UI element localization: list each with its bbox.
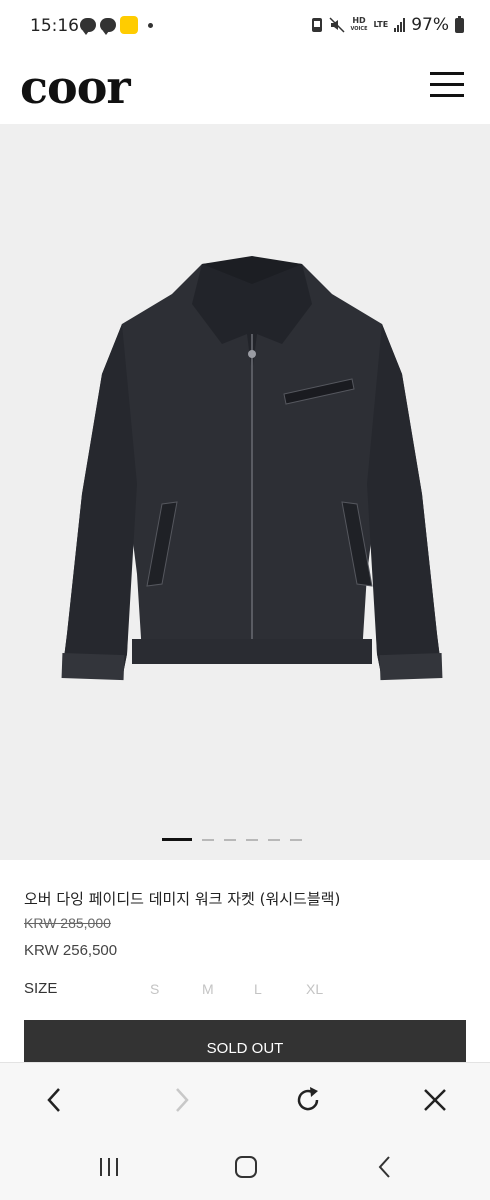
chevron-left-icon[interactable] [40, 1085, 70, 1115]
gallery-pagination[interactable] [162, 838, 302, 841]
product-info: 오버 다잉 페이디드 데미지 워크 자켓 (워시드블랙) KRW 285,000… [0, 860, 490, 1070]
pagination-dot[interactable] [290, 838, 302, 841]
product-image [61, 256, 443, 681]
brand-logo[interactable]: coor [20, 60, 131, 114]
reload-icon[interactable] [293, 1085, 323, 1115]
pagination-dot[interactable] [162, 838, 192, 841]
nfc-icon [311, 18, 322, 32]
battery-percent: 97% [411, 15, 449, 35]
chat-notification-icon [80, 18, 96, 35]
status-time: 15:16 [30, 16, 79, 36]
product-title: 오버 다잉 페이디드 데미지 워크 자켓 (워시드블랙) [24, 890, 341, 908]
pagination-dot[interactable] [268, 838, 280, 841]
size-option-m[interactable]: M [202, 981, 254, 997]
hamburger-menu-icon[interactable] [430, 72, 464, 98]
status-bar: 15:16 HD VOICE LTE 97% [0, 0, 490, 52]
hd-voice-indicator: HD VOICE [350, 16, 368, 33]
sale-price: KRW 256,500 [24, 942, 118, 959]
chevron-right-icon[interactable] [166, 1085, 196, 1115]
system-navigation-bar [0, 1134, 490, 1200]
original-price: KRW 285,000 [24, 915, 111, 931]
pagination-dot[interactable] [202, 838, 214, 841]
system-back-icon[interactable] [370, 1152, 400, 1182]
size-option-xl[interactable]: XL [306, 981, 358, 997]
battery-icon [455, 15, 464, 33]
site-header: coor [0, 52, 490, 124]
size-label: SIZE [24, 980, 58, 997]
status-right: HD VOICE LTE 97% [311, 15, 464, 35]
lte-indicator: LTE [373, 20, 389, 29]
more-notifications-icon [148, 22, 153, 28]
mute-icon [328, 17, 345, 33]
size-option-s[interactable]: S [150, 981, 202, 997]
size-options: S M L XL [150, 981, 358, 997]
product-gallery[interactable] [0, 124, 490, 860]
recents-icon[interactable] [94, 1152, 124, 1182]
browser-toolbar [0, 1062, 490, 1135]
notification-icons [80, 16, 153, 35]
pagination-dot[interactable] [246, 838, 258, 841]
message-notification-icon [100, 18, 116, 35]
pagination-dot[interactable] [224, 838, 236, 841]
size-option-l[interactable]: L [254, 981, 306, 997]
app-notification-icon [120, 16, 138, 34]
signal-icon [394, 18, 406, 32]
home-icon[interactable] [231, 1152, 261, 1182]
close-icon[interactable] [420, 1085, 450, 1115]
